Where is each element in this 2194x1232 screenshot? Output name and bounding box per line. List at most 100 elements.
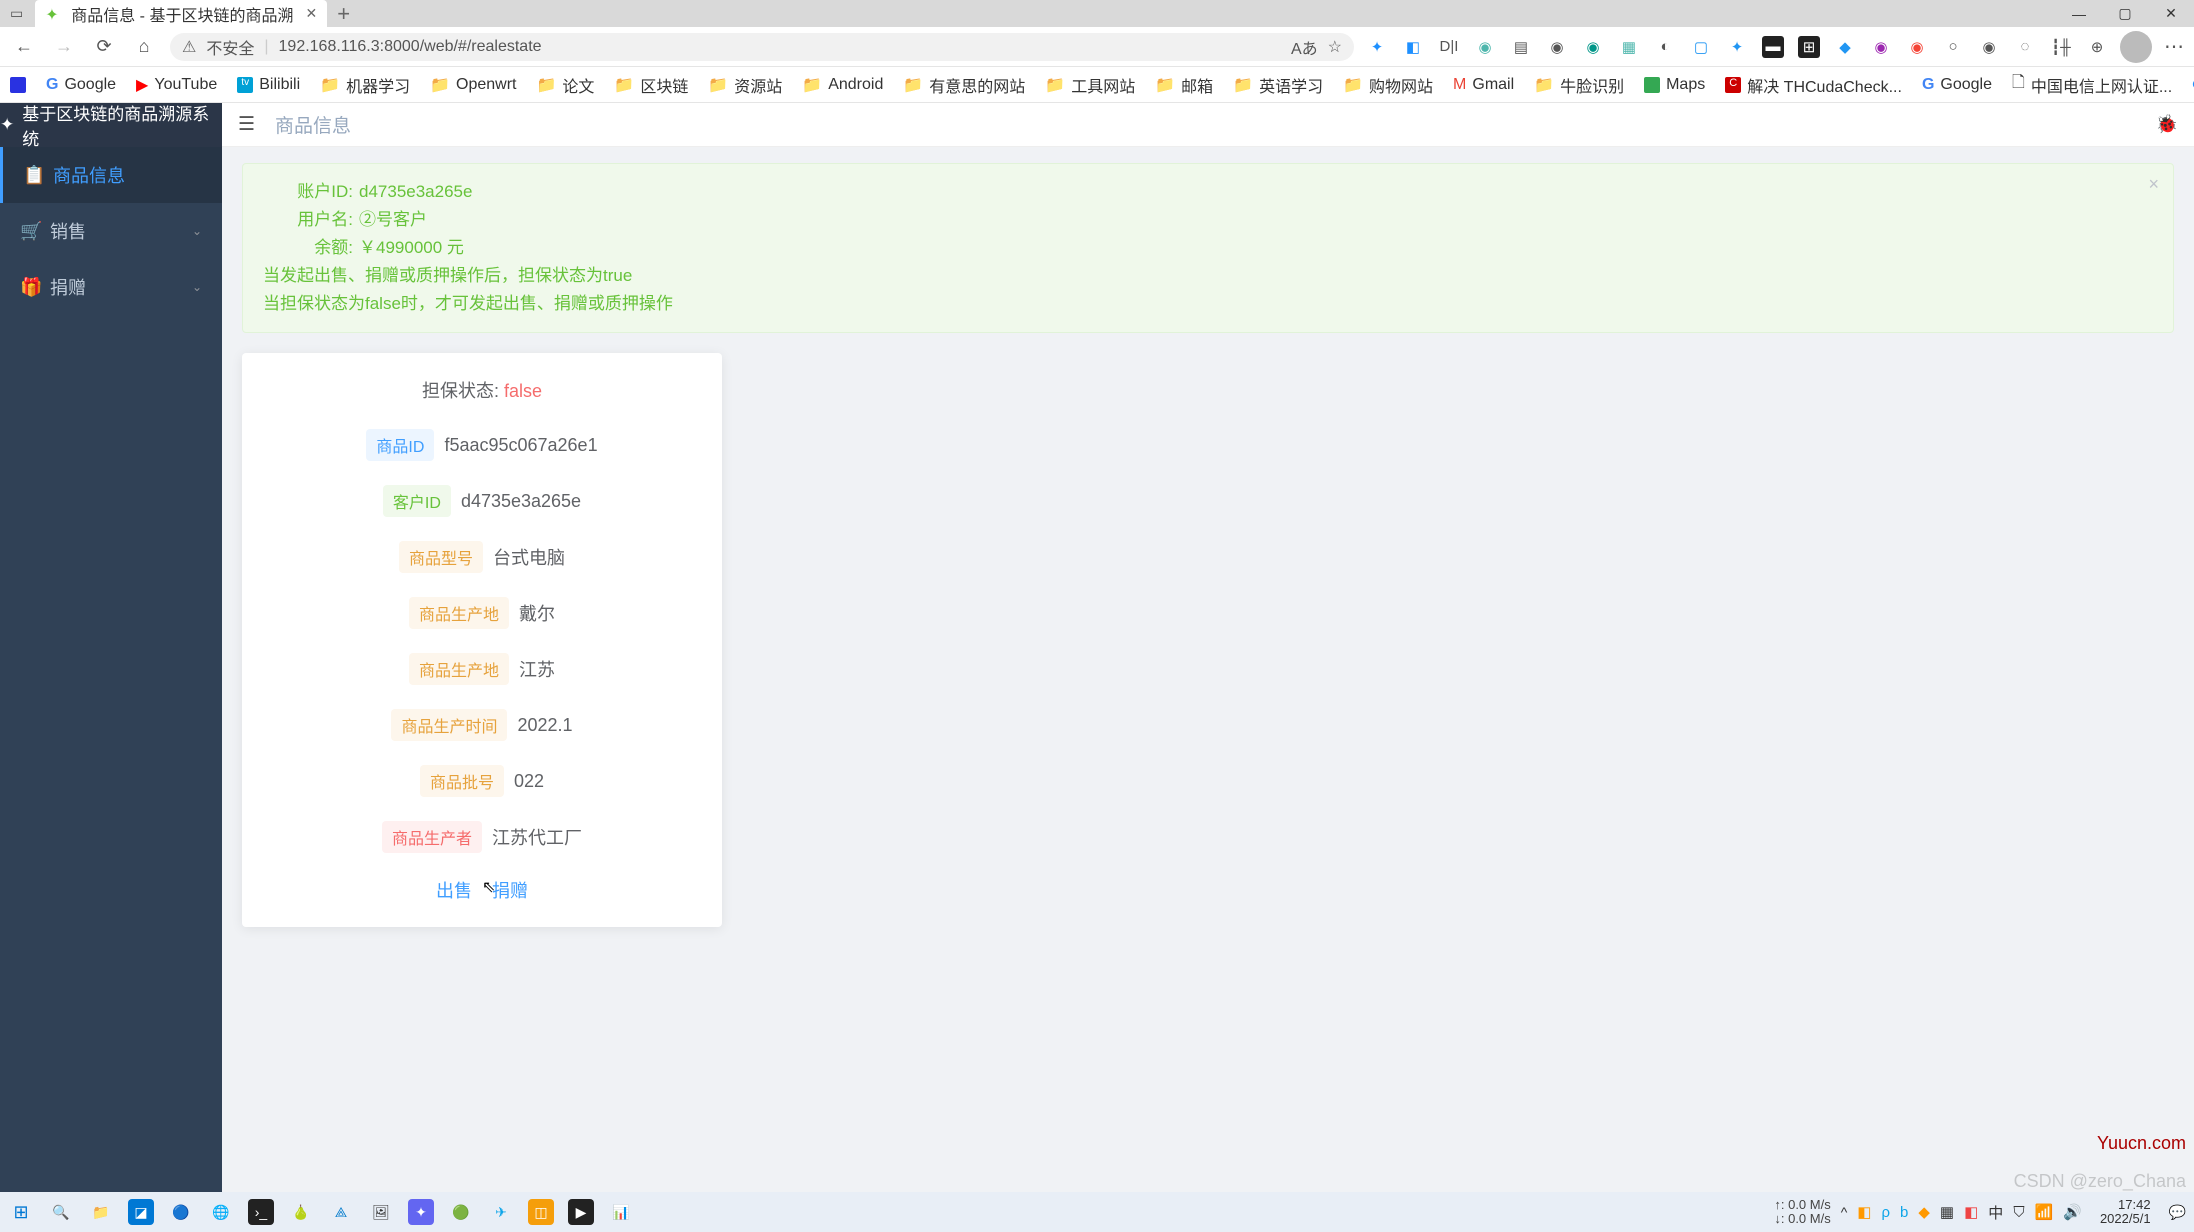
profile-avatar[interactable] [2120,31,2152,63]
reader-icon[interactable]: Aあ [1291,35,1318,59]
vscode-icon[interactable]: ⟁ [328,1199,354,1225]
sidebar-toggle-button[interactable]: ☰ [238,113,255,136]
bookmark-item[interactable]: C解决 THCudaCheck... [1725,73,1902,97]
volume-icon[interactable]: 🔊 [2063,1203,2082,1221]
tray-icon[interactable]: ◆ [1918,1203,1930,1221]
donate-link[interactable]: 捐赠 [492,877,528,903]
bookmark-item[interactable]: 📁英语学习 [1233,73,1323,97]
nav-forward-button[interactable]: → [50,33,78,61]
app-icon[interactable]: 📊 [608,1199,634,1225]
url-bar[interactable]: ⚠ 不安全 | 192.168.116.3:8000/web/#/realest… [170,33,1354,61]
bookmark-item[interactable]: 📁论文 [536,73,594,97]
tray-icon[interactable]: ρ [1881,1204,1890,1221]
window-close-button[interactable]: ✕ [2148,0,2194,27]
notification-icon[interactable]: 💬 [2169,1204,2186,1221]
new-tab-button[interactable]: + [337,1,350,27]
bookmark-item[interactable]: 📁机器学习 [320,73,410,97]
windows-taskbar: ⊞ 🔍 📁 ◪ 🔵 🌐 ›_ 🍐 ⟁ 🖼 ✦ 🟢 ✈ ◫ ▶ 📊 ↑: 0.0 … [0,1192,2194,1232]
nav-home-button[interactable]: ⌂ [130,33,158,61]
ext-icon[interactable]: ◉ [1978,36,2000,58]
ext-icon[interactable]: ▬ [1762,36,1784,58]
ime-icon[interactable]: 中 [1988,1202,2003,1223]
ext-icon[interactable]: D|I [1438,36,1460,58]
ext-icon[interactable]: ◉ [1582,36,1604,58]
app-icon[interactable]: 🟢 [448,1199,474,1225]
app-icon[interactable]: ✦ [408,1199,434,1225]
app-icon[interactable]: ✈ [488,1199,514,1225]
tray-icon[interactable]: ◧ [1964,1203,1978,1221]
bookmark-item[interactable]: 📁资源站 [708,73,782,97]
tray-icon[interactable]: b [1900,1204,1908,1221]
ext-icon[interactable]: ✦ [1726,36,1748,58]
ext-icon[interactable]: ◌ [2014,36,2036,58]
edge-icon[interactable]: 🌐 [208,1199,234,1225]
sidebar-item-donate[interactable]: 🎁 捐赠 ⌄ [0,259,222,315]
ext-icon[interactable]: ┇╫ [2050,36,2072,58]
terminal-icon[interactable]: ›_ [248,1199,274,1225]
bookmark-item[interactable]: Maps [1644,76,1705,94]
bookmark-item[interactable] [10,77,26,93]
tray-icon[interactable]: ⛉ [2013,1204,2024,1221]
sidebar-item-sales[interactable]: 🛒 销售 ⌄ [0,203,222,259]
ext-icon[interactable]: ◉ [1906,36,1928,58]
alert-label: 账户ID: [263,178,353,206]
bookmark-item[interactable]: GGoogle [1922,76,1992,94]
tray-chevron-icon[interactable]: ^ [1841,1204,1848,1220]
search-button[interactable]: 🔍 [48,1199,74,1225]
nav-refresh-button[interactable]: ⟳ [90,33,118,61]
alert-close-button[interactable]: × [2148,174,2159,195]
sidebar-item-label: 销售 [50,218,86,244]
start-button[interactable]: ⊞ [8,1199,34,1225]
app-icon[interactable]: ◫ [528,1199,554,1225]
bookmark-item[interactable]: 📁工具网站 [1045,73,1135,97]
sidebar-item-product-info[interactable]: 📋 商品信息 [0,147,222,203]
explorer-icon[interactable]: 📁 [88,1199,114,1225]
bookmark-item[interactable]: GGoogle [46,76,116,94]
wifi-icon[interactable]: 📶 [2035,1203,2054,1221]
browser-menu-button[interactable]: ⋯ [2164,34,2184,59]
ext-icon[interactable]: ◆ [1834,36,1856,58]
chrome-icon[interactable]: 🔵 [168,1199,194,1225]
app-icon[interactable]: 🍐 [288,1199,314,1225]
window-maximize-button[interactable]: ▢ [2102,0,2148,27]
bookmark-item[interactable]: 📁邮箱 [1155,73,1213,97]
bookmark-item[interactable]: ▶YouTube [136,75,217,95]
tab-close-icon[interactable]: ✕ [305,5,317,22]
ext-icon[interactable]: ⊕ [2086,36,2108,58]
bookmark-item[interactable]: 🗋中国电信上网认证... [2012,71,2172,98]
taskbar-clock[interactable]: 17:42 2022/5/1 [2100,1198,2151,1226]
ext-icon[interactable]: ✦ [1366,36,1388,58]
ext-icon[interactable]: ◉ [1474,36,1496,58]
bookmark-item[interactable]: 📁购物网站 [1343,73,1433,97]
bookmark-item[interactable]: 📁Android [802,75,883,95]
ext-icon[interactable]: ▤ [1510,36,1532,58]
ext-icon[interactable]: ▢ [1690,36,1712,58]
app-icon[interactable]: ▶ [568,1199,594,1225]
browser-tab[interactable]: ✦ 商品信息 - 基于区块链的商品溯 ✕ [35,0,327,27]
nav-back-button[interactable]: ← [10,33,38,61]
bookmark-item[interactable]: 📁牛脸识别 [1534,73,1624,97]
tab-list-icon[interactable]: ▭ [10,5,23,22]
sell-link[interactable]: 出售 [436,877,472,903]
bookmark-item[interactable]: tvBilibili [237,76,300,94]
ext-icon[interactable]: ○ [1942,36,1964,58]
bookmark-item[interactable]: 📁有意思的网站 [903,73,1025,97]
ext-icon[interactable]: ▦ [1618,36,1640,58]
ext-icon[interactable]: ◉ [1546,36,1568,58]
tray-icon[interactable]: ▦ [1940,1203,1954,1221]
ext-icon[interactable]: ◐ [1654,36,1676,58]
bookmark-item[interactable]: 📁Openwrt [430,75,516,95]
ext-icon[interactable]: ◉ [1870,36,1892,58]
bookmark-item[interactable]: MGmail [1453,76,1514,94]
window-minimize-button[interactable]: — [2056,0,2102,27]
ext-icon[interactable]: ◧ [1402,36,1424,58]
info-alert: × 账户ID:d4735e3a265e 用户名:②号客户 余额:￥4990000… [242,163,2174,333]
bookmark-item[interactable]: 📁区块链 [614,73,688,97]
app-icon[interactable]: ◪ [128,1199,154,1225]
favorite-icon[interactable]: ☆ [1328,37,1342,57]
tray-icon[interactable]: ◧ [1857,1203,1871,1221]
product-field: 商品生产者江苏代工厂 [270,821,694,853]
debug-icon[interactable]: 🐞 [2156,114,2178,135]
app-icon[interactable]: 🖼 [368,1199,394,1225]
ext-icon[interactable]: ⊞ [1798,36,1820,58]
